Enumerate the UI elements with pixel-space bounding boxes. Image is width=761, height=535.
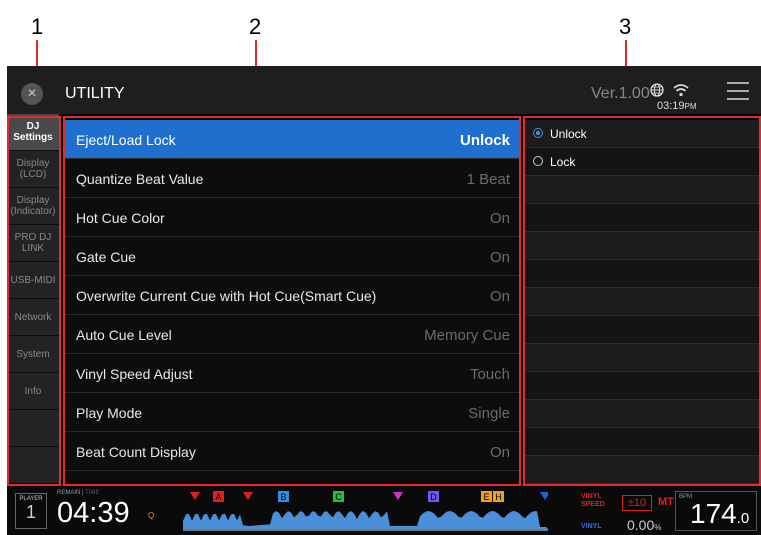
time-mode-label: REMAIN | TIME bbox=[57, 490, 100, 496]
hot-cue-label: E bbox=[483, 492, 489, 502]
bpm-integer: 174 bbox=[690, 498, 737, 529]
tempo-range: ±10 bbox=[622, 495, 652, 511]
page-title: UTILITY bbox=[65, 85, 125, 102]
hot-cue-label: C bbox=[335, 492, 342, 502]
globe-icon bbox=[650, 83, 664, 97]
pitch-display: 0.00% bbox=[627, 517, 661, 533]
memory-cue-marker bbox=[393, 492, 403, 500]
callout-2: 2 bbox=[249, 14, 262, 39]
highlight-frame-options bbox=[523, 116, 761, 486]
pitch-value: 0.00 bbox=[627, 517, 655, 533]
vinyl-speed-label: VINYL SPEED bbox=[581, 493, 605, 508]
memory-cue-marker bbox=[190, 492, 200, 500]
player-number: 1 bbox=[25, 502, 36, 522]
pitch-unit: % bbox=[654, 523, 662, 532]
player-indicator: PLAYER 1 bbox=[15, 493, 47, 529]
vinyl-mode-label: VINYL bbox=[581, 523, 602, 530]
time-label: TIME bbox=[85, 490, 100, 496]
hot-cue-label: B bbox=[280, 492, 286, 502]
highlight-frame-tabs bbox=[7, 116, 61, 486]
device-screen: × UTILITY Ver.1.00 03:19PM DJ Settings Di… bbox=[7, 66, 761, 535]
status-bar: PLAYER 1 REMAIN | TIME 04:39 Q A B C D EH VI… bbox=[7, 484, 761, 535]
bpm-value: 174.0 bbox=[690, 498, 749, 530]
clock: 03:19PM bbox=[657, 100, 697, 112]
remain-label: REMAIN bbox=[57, 490, 81, 496]
memory-cue-marker bbox=[540, 492, 548, 500]
callout-1: 1 bbox=[31, 14, 44, 39]
master-tempo-indicator: MT bbox=[658, 496, 674, 508]
version-label: Ver.1.00 bbox=[591, 85, 650, 102]
time-display: 04:39 bbox=[57, 497, 130, 529]
waveform-overview[interactable]: A B C D EH bbox=[183, 489, 548, 533]
clock-time: 03:19 bbox=[657, 100, 685, 112]
menu-icon[interactable] bbox=[727, 82, 749, 100]
hot-cue-label: D bbox=[430, 492, 437, 502]
wifi-icon bbox=[673, 84, 689, 97]
bpm-fraction: .0 bbox=[736, 510, 750, 527]
clock-ampm: PM bbox=[684, 102, 697, 111]
close-button[interactable]: × bbox=[21, 83, 43, 105]
hot-cue-label: A bbox=[215, 492, 221, 502]
top-bar: × UTILITY Ver.1.00 03:19PM bbox=[7, 66, 761, 114]
hot-cue-label: H bbox=[495, 492, 502, 502]
bpm-display: BPM 174.0 bbox=[675, 491, 757, 531]
waveform-baseline bbox=[183, 529, 548, 531]
memory-cue-marker bbox=[243, 492, 253, 500]
quantize-indicator: Q bbox=[148, 511, 155, 520]
callout-3: 3 bbox=[619, 14, 632, 39]
highlight-frame-list bbox=[63, 116, 521, 486]
